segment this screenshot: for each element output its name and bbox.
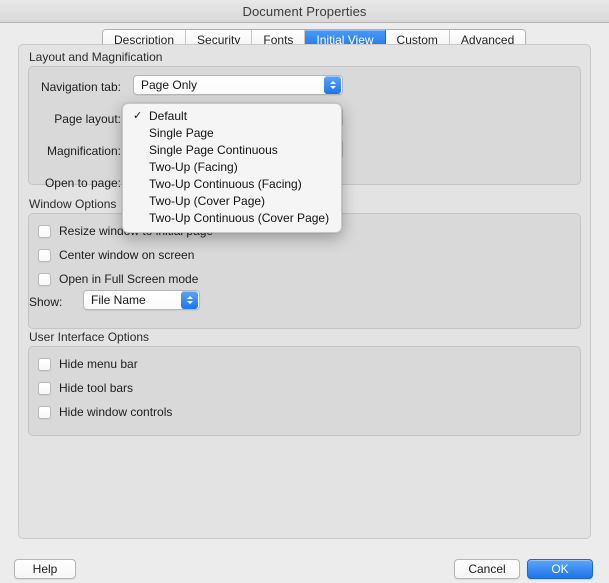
checkbox-row-hide-tool-bars[interactable]: Hide tool bars [38, 381, 133, 395]
checkmark-icon: ✓ [133, 110, 143, 122]
menu-item-two-up-continuous-facing[interactable]: Two-Up Continuous (Facing) [123, 176, 341, 193]
label-open-to-page: Open to page: [44, 176, 121, 190]
checkbox-label-center-window-on-screen: Center window on screen [59, 248, 195, 262]
checkbox-label-open-in-full-screen-mode: Open in Full Screen mode [59, 272, 199, 286]
label-show: Show: [29, 295, 63, 309]
select-show[interactable]: File Name [83, 290, 200, 310]
section-title-window-options: Window Options [29, 197, 117, 211]
menu-item-label: Two-Up Continuous (Facing) [149, 177, 302, 191]
menu-item-single-page-continuous[interactable]: Single Page Continuous [123, 142, 341, 159]
menu-item-label: Default [149, 109, 188, 123]
checkbox-row-center-window-on-screen[interactable]: Center window on screen [38, 248, 194, 262]
checkbox-row-hide-menu-bar[interactable]: Hide menu bar [38, 357, 138, 371]
select-navigation-tab-value: Page Only [141, 78, 198, 92]
checkbox-row-hide-window-controls[interactable]: Hide window controls [38, 405, 172, 419]
label-navigation-tab: Navigation tab: [40, 80, 121, 94]
cancel-button[interactable]: Cancel [454, 559, 520, 579]
menu-item-label: Single Page Continuous [149, 143, 278, 157]
checkbox-resize-window-to-initial-page[interactable] [38, 224, 51, 238]
checkbox-open-in-full-screen-mode[interactable] [38, 272, 51, 286]
ok-button[interactable]: OK [527, 559, 593, 579]
checkbox-center-window-on-screen[interactable] [38, 248, 51, 262]
menu-item-two-up-continuous-cover-page[interactable]: Two-Up Continuous (Cover Page) [123, 210, 341, 227]
menu-item-two-up-cover-page[interactable]: Two-Up (Cover Page) [123, 193, 341, 210]
checkbox-hide-menu-bar[interactable] [38, 357, 51, 371]
help-button[interactable]: Help [14, 559, 76, 579]
checkbox-label-hide-window-controls: Hide window controls [59, 405, 173, 419]
checkbox-row-open-in-full-screen-mode[interactable]: Open in Full Screen mode [38, 272, 198, 286]
label-magnification: Magnification: [46, 144, 121, 158]
checkbox-hide-window-controls[interactable] [38, 405, 51, 419]
menu-item-label: Single Page [149, 126, 214, 140]
section-title-layout-and-magnification: Layout and Magnification [29, 50, 163, 64]
checkbox-hide-tool-bars[interactable] [38, 381, 51, 395]
menu-item-label: Two-Up (Cover Page) [149, 194, 266, 208]
menu-item-label: Two-Up Continuous (Cover Page) [149, 211, 330, 225]
menu-item-label: Two-Up (Facing) [149, 160, 238, 174]
menu-item-two-up-facing[interactable]: Two-Up (Facing) [123, 159, 341, 176]
select-show-value: File Name [91, 293, 146, 307]
section-title-user-interface-options: User Interface Options [29, 330, 150, 344]
checkbox-label-hide-tool-bars: Hide tool bars [59, 381, 134, 395]
menu-item-default[interactable]: ✓ Default [123, 108, 341, 125]
menu-item-single-page[interactable]: Single Page [123, 125, 341, 142]
page-layout-dropdown-menu[interactable]: ✓ Default Single Page Single Page Contin… [122, 103, 342, 233]
window-title: Document Properties [242, 3, 367, 19]
label-page-layout: Page layout: [54, 112, 121, 126]
select-navigation-tab[interactable]: Page Only [133, 75, 343, 95]
chevron-updown-icon [181, 291, 198, 309]
checkbox-label-hide-menu-bar: Hide menu bar [59, 357, 138, 371]
window-titlebar: Document Properties [0, 0, 609, 23]
chevron-updown-icon [324, 76, 341, 94]
